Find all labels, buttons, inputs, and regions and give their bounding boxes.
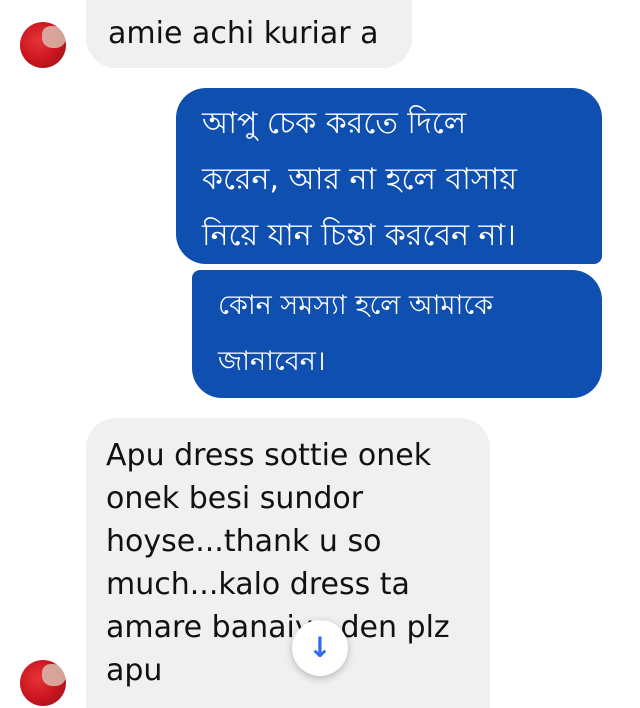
- message-outgoing: কোন সমস্যা হলে আমাকে জানাবেন।: [192, 270, 602, 398]
- message-incoming: Apu dress sottie onek onek besi sundor h…: [86, 418, 490, 708]
- arrow-down-icon: ↓: [308, 631, 332, 664]
- message-outgoing: আপু চেক করতে দিলে করেন, আর না হলে বাসায়…: [176, 88, 602, 264]
- scroll-to-bottom-button[interactable]: ↓: [292, 620, 348, 676]
- avatar[interactable]: [20, 660, 66, 706]
- avatar[interactable]: [20, 22, 66, 68]
- message-incoming: amie achi kuriar a: [86, 0, 412, 68]
